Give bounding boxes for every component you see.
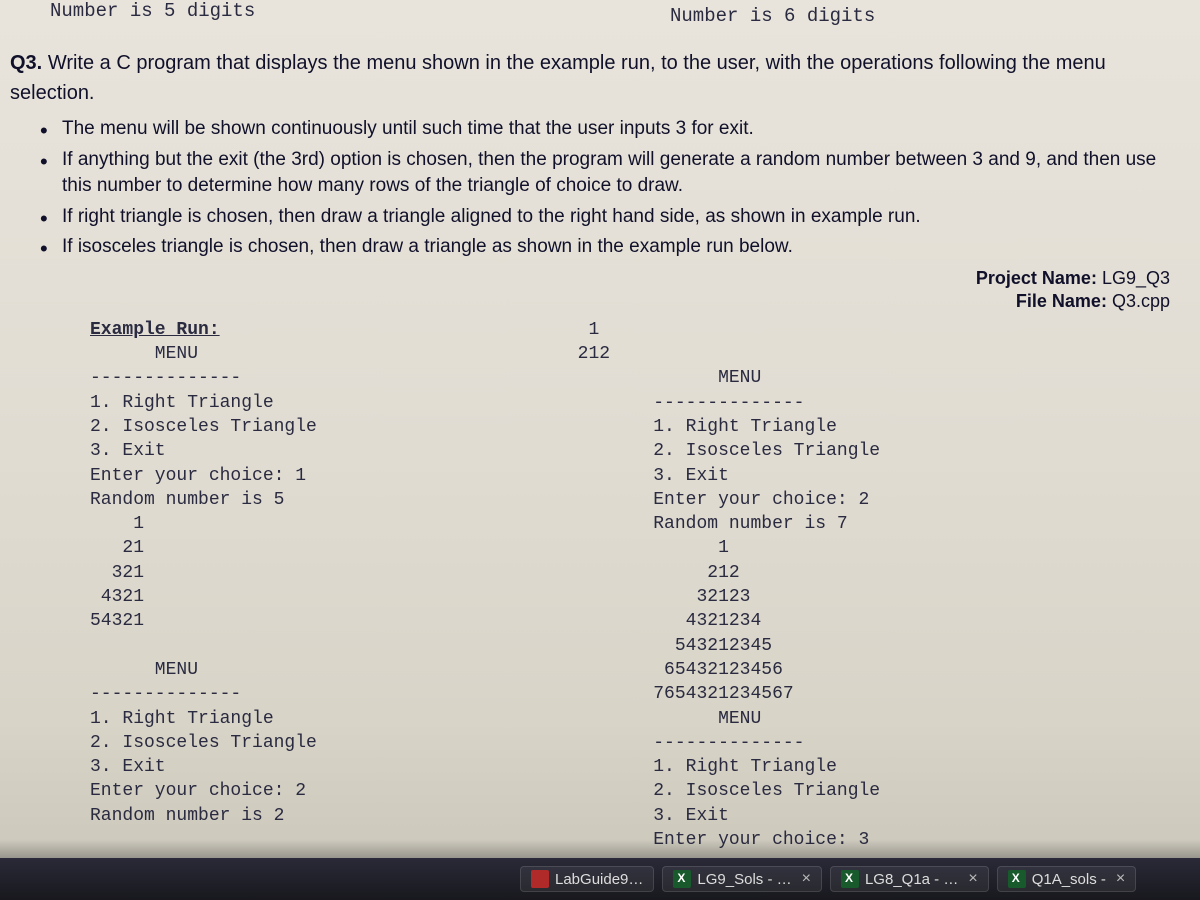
taskbar-item-q1asols[interactable]: Q1A_sols - ×	[997, 866, 1137, 892]
bullet-item: If right triangle is chosen, then draw a…	[40, 204, 1180, 231]
example-run-area: Example Run: MENU -------------- 1. Righ…	[10, 318, 1180, 853]
shadow-gradient	[0, 840, 1200, 858]
file-name-value: Q3.cpp	[1112, 291, 1170, 311]
taskbar-item-label: LG9_Sols - …	[697, 871, 791, 888]
close-icon[interactable]: ×	[1116, 870, 1125, 888]
file-name-label: File Name:	[1016, 291, 1107, 311]
excel-icon	[673, 870, 691, 888]
excel-icon	[841, 870, 859, 888]
top-fragment-right: Number is 6 digits	[670, 5, 875, 27]
example-right-output: 1 212 MENU -------------- 1. Right Trian…	[567, 320, 880, 850]
project-name-value: LG9_Q3	[1102, 268, 1170, 288]
example-run-heading: Example Run:	[90, 320, 220, 340]
excel-icon	[1008, 870, 1026, 888]
taskbar-item-lg8q1a[interactable]: LG8_Q1a - … ×	[830, 866, 989, 892]
bullet-list: The menu will be shown continuously unti…	[40, 116, 1180, 261]
taskbar-item-label: LG8_Q1a - …	[865, 871, 958, 888]
bullet-item: The menu will be shown continuously unti…	[40, 116, 1180, 143]
taskbar-item-lg9sols[interactable]: LG9_Sols - … ×	[662, 866, 822, 892]
taskbar: LabGuide9… LG9_Sols - … × LG8_Q1a - … × …	[0, 858, 1200, 900]
example-left-column: Example Run: MENU -------------- 1. Righ…	[90, 318, 317, 853]
taskbar-item-label: Q1A_sols -	[1032, 871, 1106, 888]
question-text-1: Write a C program that displays the menu…	[48, 52, 1106, 74]
bullet-item: If anything but the exit (the 3rd) optio…	[40, 147, 1180, 200]
top-fragment-left: Number is 5 digits	[50, 0, 255, 22]
taskbar-item-labguide[interactable]: LabGuide9…	[520, 866, 654, 892]
close-icon[interactable]: ×	[968, 870, 977, 888]
project-name-label: Project Name:	[976, 268, 1097, 288]
example-left-output: MENU -------------- 1. Right Triangle 2.…	[90, 344, 317, 826]
question-heading: Q3. Write a C program that displays the …	[10, 48, 1180, 108]
pdf-icon	[531, 870, 549, 888]
taskbar-item-label: LabGuide9…	[555, 871, 643, 888]
close-icon[interactable]: ×	[802, 870, 811, 888]
example-right-column: 1 212 MENU -------------- 1. Right Trian…	[567, 318, 880, 853]
question-text-2: selection.	[10, 82, 95, 104]
bullet-item: If isosceles triangle is chosen, then dr…	[40, 234, 1180, 261]
question-number: Q3.	[10, 52, 42, 74]
project-info: Project Name: LG9_Q3 File Name: Q3.cpp	[10, 267, 1170, 314]
